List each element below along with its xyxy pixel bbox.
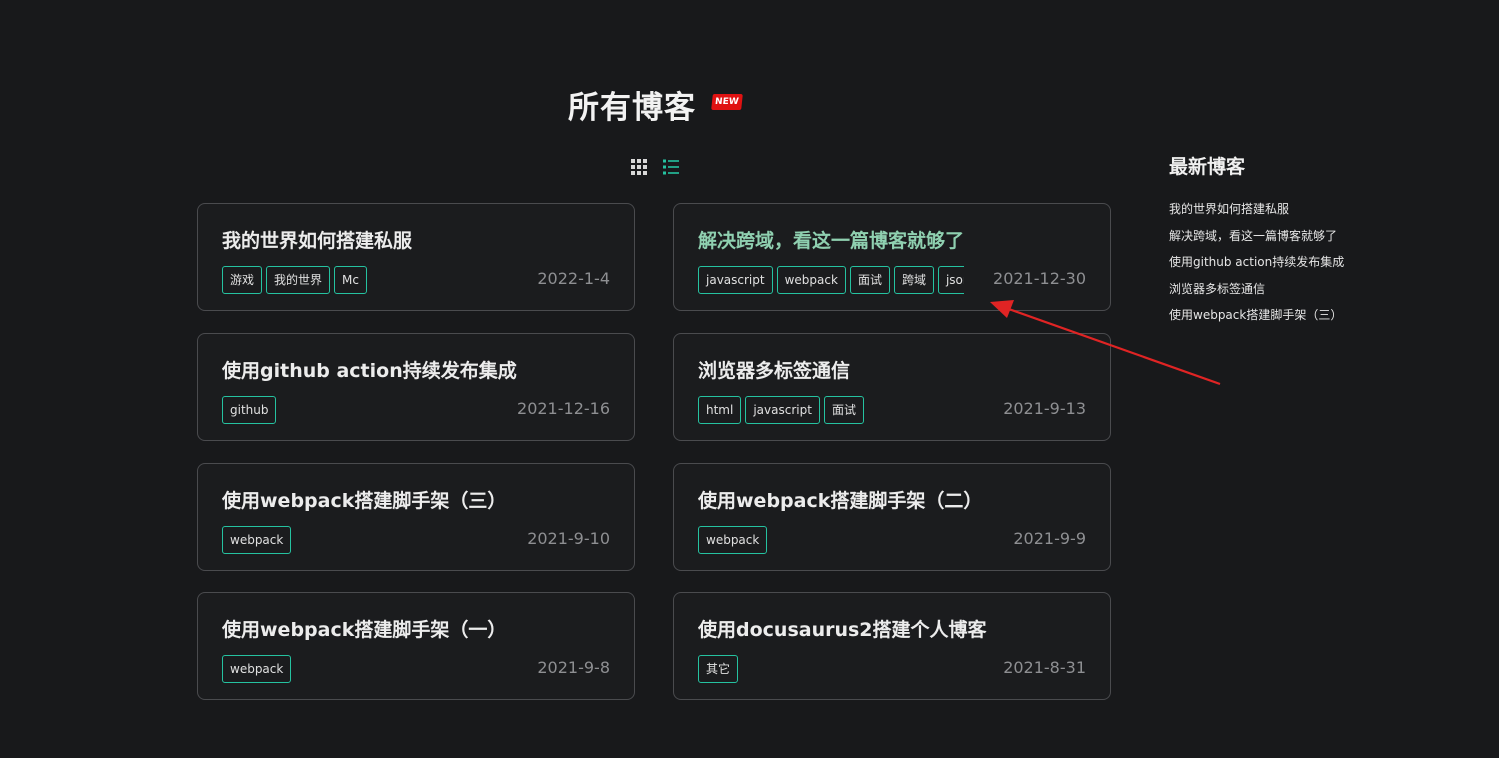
tag[interactable]: 跨域 [893, 266, 934, 294]
tag[interactable]: webpack [776, 266, 846, 294]
card-title[interactable]: 浏览器多标签通信 [698, 356, 850, 383]
blog-card[interactable]: 使用docusaurus2搭建个人博客 其它 2021-8-31 [673, 592, 1111, 700]
tag[interactable]: github [222, 396, 277, 424]
tag[interactable]: 我的世界 [266, 266, 331, 294]
blog-card[interactable]: 使用webpack搭建脚手架（一） webpack 2021-9-8 [197, 592, 635, 700]
grid-icon[interactable] [630, 158, 648, 176]
tag-list: html javascript 面试 [698, 396, 864, 424]
blog-card[interactable]: 使用webpack搭建脚手架（三） webpack 2021-9-10 [197, 463, 635, 571]
card-title[interactable]: 我的世界如何搭建私服 [222, 226, 412, 253]
blog-page: 所有博客 NEW 我的世界如何搭建私服 游戏 我的世界 Mc 2022-1-4 … [0, 0, 1499, 758]
tag[interactable]: webpack [222, 655, 292, 683]
new-badge: NEW [711, 93, 743, 110]
page-header: 所有博客 NEW [568, 82, 743, 127]
card-title[interactable]: 使用docusaurus2搭建个人博客 [698, 615, 987, 642]
tag[interactable]: 游戏 [222, 266, 263, 294]
card-title[interactable]: 使用webpack搭建脚手架（二） [698, 486, 982, 513]
card-date: 2021-9-10 [527, 529, 610, 548]
card-date: 2021-9-9 [1013, 529, 1086, 548]
sidebar-item[interactable]: 使用github action持续发布集成 [1169, 254, 1344, 281]
sidebar-item[interactable]: 使用webpack搭建脚手架（三） [1169, 307, 1344, 334]
view-toggle [630, 158, 680, 176]
blog-card[interactable]: 使用github action持续发布集成 github 2021-12-16 [197, 333, 635, 441]
card-date: 2021-9-8 [537, 658, 610, 677]
sidebar-item[interactable]: 解决跨域，看这一篇博客就够了 [1169, 228, 1344, 255]
tag[interactable]: Mc [334, 266, 367, 294]
blog-card[interactable]: 浏览器多标签通信 html javascript 面试 2021-9-13 [673, 333, 1111, 441]
tag[interactable]: 面试 [849, 266, 890, 294]
card-title[interactable]: 使用github action持续发布集成 [222, 356, 517, 383]
tag[interactable]: jsonp [937, 266, 964, 294]
blog-card[interactable]: 我的世界如何搭建私服 游戏 我的世界 Mc 2022-1-4 [197, 203, 635, 311]
tag-list: 其它 [698, 655, 739, 683]
card-date: 2021-12-16 [517, 399, 610, 418]
tag-list: javascript webpack 面试 跨域 jsonp [698, 266, 964, 294]
tag[interactable]: html [698, 396, 742, 424]
tag[interactable]: 面试 [823, 396, 864, 424]
sidebar-item[interactable]: 浏览器多标签通信 [1169, 281, 1344, 308]
card-title[interactable]: 使用webpack搭建脚手架（一） [222, 615, 506, 642]
card-title[interactable]: 使用webpack搭建脚手架（三） [222, 486, 506, 513]
card-title[interactable]: 解决跨域，看这一篇博客就够了 [698, 226, 964, 253]
tag-list: webpack [698, 526, 768, 554]
tag-list: github [222, 396, 277, 424]
card-date: 2021-9-13 [1003, 399, 1086, 418]
card-date: 2021-8-31 [1003, 658, 1086, 677]
tag-list: webpack [222, 655, 292, 683]
list-icon[interactable] [662, 158, 680, 176]
blog-card[interactable]: 使用webpack搭建脚手架（二） webpack 2021-9-9 [673, 463, 1111, 571]
card-date: 2022-1-4 [537, 269, 610, 288]
tag[interactable]: javascript [745, 396, 820, 424]
tag[interactable]: 其它 [698, 655, 739, 683]
sidebar-title: 最新博客 [1169, 156, 1246, 178]
tag[interactable]: webpack [222, 526, 292, 554]
tag-list: webpack [222, 526, 292, 554]
card-date: 2021-12-30 [993, 269, 1086, 288]
page-title: 所有博客 [568, 90, 696, 126]
blog-card[interactable]: 解决跨域，看这一篇博客就够了 javascript webpack 面试 跨域 … [673, 203, 1111, 311]
sidebar-list: 我的世界如何搭建私服 解决跨域，看这一篇博客就够了 使用github actio… [1169, 201, 1344, 334]
sidebar-item[interactable]: 我的世界如何搭建私服 [1169, 201, 1344, 228]
tag-list: 游戏 我的世界 Mc [222, 266, 367, 294]
latest-posts-sidebar: 最新博客 我的世界如何搭建私服 解决跨域，看这一篇博客就够了 使用github … [1169, 152, 1344, 334]
tag[interactable]: webpack [698, 526, 768, 554]
tag[interactable]: javascript [698, 266, 773, 294]
